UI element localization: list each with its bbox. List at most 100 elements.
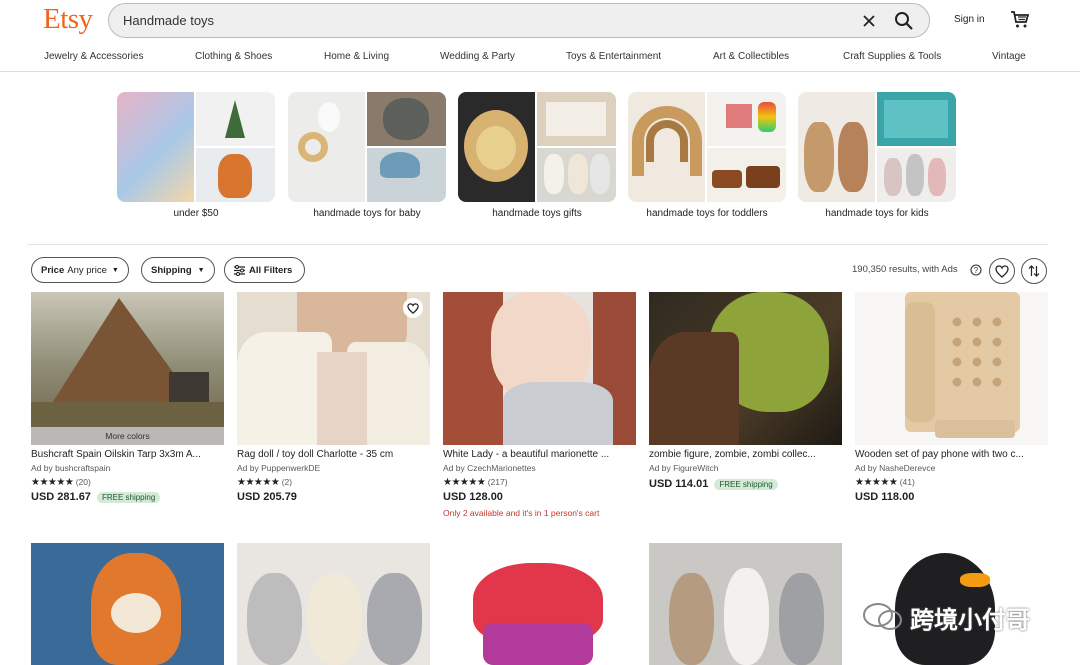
etsy-logo[interactable]: Etsy (43, 3, 93, 36)
product-card[interactable]: More colors Bushcraft Spain Oilskin Tarp… (31, 292, 224, 503)
watermark-text: 跨境小付哥 (910, 607, 1030, 634)
product-image[interactable] (855, 292, 1048, 445)
divider (27, 244, 1048, 245)
product-card[interactable]: White Lady - a beautiful marionette ... … (443, 292, 636, 518)
favorite-button[interactable] (403, 298, 423, 318)
star-rating: ★★★★★ (443, 477, 486, 488)
nav-item[interactable]: Craft Supplies & Tools (843, 51, 941, 62)
product-image[interactable] (237, 543, 430, 665)
product-title[interactable]: White Lady - a beautiful marionette ... (443, 449, 636, 460)
product-title[interactable]: Bushcraft Spain Oilskin Tarp 3x3m A... (31, 449, 224, 460)
nav-item[interactable]: Vintage (992, 51, 1026, 62)
product-card[interactable] (443, 543, 636, 665)
price-row: USD 281.67 FREE shipping (31, 491, 224, 503)
price-row: USD 114.01 FREE shipping (649, 478, 842, 490)
product-image[interactable] (443, 543, 636, 665)
product-image[interactable] (443, 292, 636, 445)
nav-item[interactable]: Art & Collectibles (713, 51, 789, 62)
category-label: under $50 (173, 208, 219, 219)
category-label: handmade toys for baby (313, 208, 421, 219)
product-card[interactable]: Wooden set of pay phone with two c... Ad… (855, 292, 1048, 503)
chevron-down-icon: ▼ (197, 266, 205, 274)
product-image[interactable]: More colors (31, 292, 224, 445)
shipping-filter[interactable]: Shipping ▼ (141, 257, 215, 283)
product-rating: ★★★★★ (41) (855, 477, 1048, 488)
shipping-filter-label: Shipping (151, 264, 192, 276)
nav-item[interactable]: Toys & Entertainment (566, 51, 661, 62)
all-filters-button[interactable]: All Filters (224, 257, 306, 283)
results-count: 190,350 results, with Ads (852, 264, 958, 275)
category-tile[interactable]: under $50 (117, 92, 275, 219)
star-rating: ★★★★★ (31, 477, 74, 488)
product-seller: Ad by bushcraftspain (31, 463, 111, 473)
product-price: USD 205.79 (237, 491, 297, 503)
help-icon[interactable]: ? (970, 264, 982, 276)
cart-icon[interactable] (1010, 9, 1030, 29)
category-label: handmade toys gifts (492, 208, 582, 219)
category-image (117, 92, 275, 202)
search-bar[interactable]: Handmade toys (108, 3, 930, 38)
favorite-search-button[interactable] (989, 258, 1015, 284)
product-card[interactable] (31, 543, 224, 665)
price-filter-value: Any price (67, 264, 107, 276)
header: Etsy Handmade toys Sign in (0, 0, 1080, 42)
product-seller: Ad by CzechMarionettes (443, 463, 536, 473)
product-price: USD 118.00 (855, 491, 915, 503)
star-rating: ★★★★★ (855, 477, 898, 488)
product-card[interactable]: zombie figure, zombie, zombi collec... A… (649, 292, 842, 490)
product-price: USD 114.01 (649, 478, 709, 490)
star-rating: ★★★★★ (237, 477, 280, 488)
category-image (628, 92, 786, 202)
sort-icon (1028, 265, 1040, 277)
price-row: USD 128.00 (443, 491, 636, 503)
free-shipping-badge: FREE shipping (714, 478, 778, 490)
product-rating: ★★★★★ (20) (31, 477, 224, 488)
review-count: (217) (487, 477, 508, 487)
category-tile[interactable]: handmade toys gifts (458, 92, 616, 219)
sort-button[interactable] (1021, 258, 1047, 284)
nav-item[interactable]: Clothing & Shoes (195, 51, 272, 62)
product-image[interactable] (31, 543, 224, 665)
category-label: handmade toys for kids (825, 208, 929, 219)
nav-item[interactable]: Wedding & Party (440, 51, 515, 62)
search-icon[interactable] (894, 11, 914, 31)
nav-item[interactable]: Home & Living (324, 51, 389, 62)
category-tile[interactable]: handmade toys for baby (288, 92, 446, 219)
product-image[interactable] (649, 543, 842, 665)
heart-icon (407, 302, 419, 314)
price-filter-label: Price (41, 264, 65, 276)
product-card[interactable]: Rag doll / toy doll Charlotte - 35 cm Ad… (237, 292, 430, 503)
product-image[interactable] (237, 292, 430, 445)
product-price: USD 128.00 (443, 491, 503, 503)
free-shipping-badge: FREE shipping (96, 491, 161, 503)
stock-notice: Only 2 available and it's in 1 person's … (443, 508, 600, 518)
category-image (458, 92, 616, 202)
all-filters-label: All Filters (249, 264, 293, 276)
category-tile[interactable]: handmade toys for kids (798, 92, 956, 219)
nav-item[interactable]: Jewelry & Accessories (44, 51, 143, 62)
category-nav: Jewelry & Accessories Clothing & Shoes H… (0, 42, 1080, 72)
close-icon[interactable] (861, 13, 877, 29)
review-count: (41) (899, 477, 915, 487)
product-title[interactable]: zombie figure, zombie, zombi collec... (649, 449, 842, 460)
product-title[interactable]: Wooden set of pay phone with two c... (855, 449, 1048, 460)
product-rating: ★★★★★ (2) (237, 477, 430, 488)
sign-in-link[interactable]: Sign in (954, 14, 985, 25)
product-card[interactable] (237, 543, 430, 665)
heart-icon (995, 264, 1009, 278)
product-seller: Ad by FigureWitch (649, 463, 719, 473)
category-tile[interactable]: handmade toys for toddlers (628, 92, 786, 219)
product-title[interactable]: Rag doll / toy doll Charlotte - 35 cm (237, 449, 430, 460)
more-colors-overlay: More colors (31, 427, 224, 445)
wechat-icon (863, 603, 902, 630)
review-count: (2) (281, 477, 293, 487)
price-filter[interactable]: Price Any price ▼ (31, 257, 129, 283)
product-seller: Ad by PuppenwerkDE (237, 463, 321, 473)
price-row: USD 205.79 (237, 491, 430, 503)
price-row: USD 118.00 (855, 491, 1048, 503)
svg-text:?: ? (974, 266, 979, 275)
product-card[interactable] (649, 543, 842, 665)
product-image[interactable] (649, 292, 842, 445)
category-label: handmade toys for toddlers (646, 208, 768, 219)
search-input[interactable]: Handmade toys (123, 13, 214, 28)
